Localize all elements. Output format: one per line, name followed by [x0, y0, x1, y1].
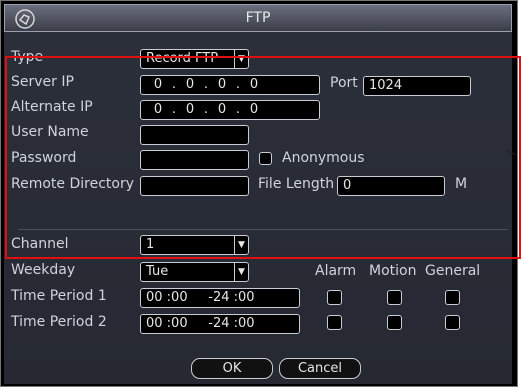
port-input[interactable]: 1024 — [363, 76, 471, 96]
server-ip-input[interactable]: 0. 0. 0. 0 — [140, 75, 320, 95]
password-label: Password — [11, 150, 77, 166]
time-period-1-general-checkbox[interactable] — [445, 290, 460, 305]
time-period-2-motion-checkbox[interactable] — [387, 315, 402, 330]
alternate-ip-octet-2[interactable]: 0 — [178, 101, 202, 119]
weekday-select[interactable]: Tue ▼ — [140, 262, 249, 282]
user-name-label: User Name — [11, 124, 89, 140]
type-select[interactable]: Record FTP ▼ — [140, 49, 249, 69]
time-period-1-label: Time Period 1 — [11, 288, 107, 304]
time-period-1-motion-checkbox[interactable] — [387, 290, 402, 305]
chevron-down-icon: ▼ — [234, 50, 248, 68]
port-label: Port — [330, 75, 358, 91]
remote-directory-input[interactable] — [140, 176, 249, 196]
window-title: FTP — [245, 10, 271, 26]
channel-select[interactable]: 1 ▼ — [140, 235, 249, 255]
alternate-ip-octet-1[interactable]: 0 — [146, 101, 170, 119]
divider — [18, 229, 508, 230]
weekday-label: Weekday — [11, 262, 76, 278]
type-value: Record FTP — [146, 51, 219, 66]
type-label: Type — [11, 49, 44, 65]
ftp-dialog: FTP Type Record FTP ▼ Server IP 0. 0. 0.… — [0, 0, 518, 387]
alternate-ip-octet-3[interactable]: 0 — [210, 101, 234, 119]
file-length-input[interactable]: 0 — [337, 176, 445, 196]
channel-value: 1 — [146, 237, 155, 252]
server-ip-label: Server IP — [11, 74, 74, 90]
time-period-2-input[interactable]: 00 :00 -24 :00 — [140, 314, 300, 334]
time-period-1-alarm-checkbox[interactable] — [327, 290, 342, 305]
file-length-label: File Length — [258, 176, 335, 192]
channel-label: Channel — [11, 236, 69, 252]
server-ip-octet-2[interactable]: 0 — [178, 76, 202, 94]
alarm-column-header: Alarm — [315, 263, 357, 279]
time-period-2-alarm-checkbox[interactable] — [327, 315, 342, 330]
server-ip-octet-1[interactable]: 0 — [146, 76, 170, 94]
user-name-input[interactable] — [140, 125, 249, 145]
time-period-2-label: Time Period 2 — [11, 314, 107, 330]
remote-directory-label: Remote Directory — [11, 176, 134, 192]
anonymous-checkbox[interactable] — [259, 152, 272, 165]
file-length-unit: M — [455, 176, 468, 192]
ftp-settings-panel: Type Record FTP ▼ Server IP 0. 0. 0. 0 P… — [4, 32, 512, 384]
time-period-1-input[interactable]: 00 :00 -24 :00 — [140, 288, 300, 308]
cancel-button[interactable]: Cancel — [279, 358, 361, 379]
general-column-header: General — [425, 263, 481, 279]
alternate-ip-label: Alternate IP — [11, 99, 93, 115]
time-period-2-general-checkbox[interactable] — [445, 315, 460, 330]
server-ip-octet-3[interactable]: 0 — [210, 76, 234, 94]
motion-column-header: Motion — [369, 263, 417, 279]
anonymous-label: Anonymous — [282, 150, 365, 166]
alternate-ip-octet-4[interactable]: 0 — [242, 101, 266, 119]
password-input[interactable] — [140, 150, 249, 170]
ok-button[interactable]: OK — [191, 358, 273, 379]
server-ip-octet-4[interactable]: 0 — [242, 76, 266, 94]
title-bar: FTP — [4, 4, 512, 32]
chevron-down-icon: ▼ — [234, 236, 248, 254]
chevron-down-icon: ▼ — [234, 263, 248, 281]
weekday-value: Tue — [146, 264, 169, 279]
alternate-ip-input[interactable]: 0. 0. 0. 0 — [140, 100, 320, 120]
